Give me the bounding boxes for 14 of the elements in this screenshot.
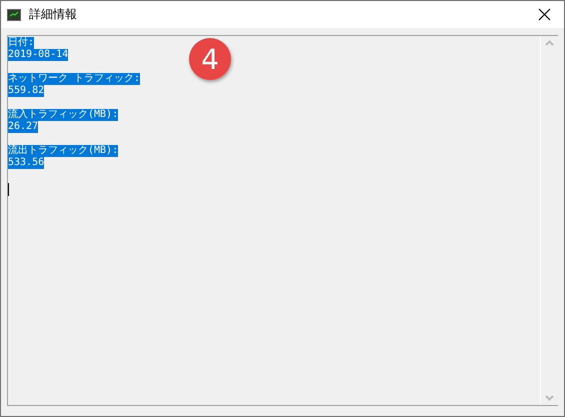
selected-text: 559.82 — [8, 85, 44, 97]
scroll-up-icon[interactable] — [545, 40, 554, 46]
window-title: 詳細情報 — [29, 6, 78, 23]
selected-text: 流出トラフィック(MB): — [8, 145, 118, 157]
close-icon — [538, 8, 550, 21]
text-caret — [8, 183, 9, 196]
selected-text: 日付: — [8, 37, 34, 49]
selected-text: 流入トラフィック(MB): — [8, 109, 118, 121]
selected-text: 26.27 — [8, 121, 38, 133]
selected-text: 533.56 — [8, 157, 44, 169]
selected-text: ネットワーク トラフィック: — [8, 73, 140, 85]
scroll-down-icon[interactable] — [545, 395, 554, 401]
monitor-icon — [7, 8, 21, 20]
selected-text: 2019-08-14 — [8, 49, 68, 61]
